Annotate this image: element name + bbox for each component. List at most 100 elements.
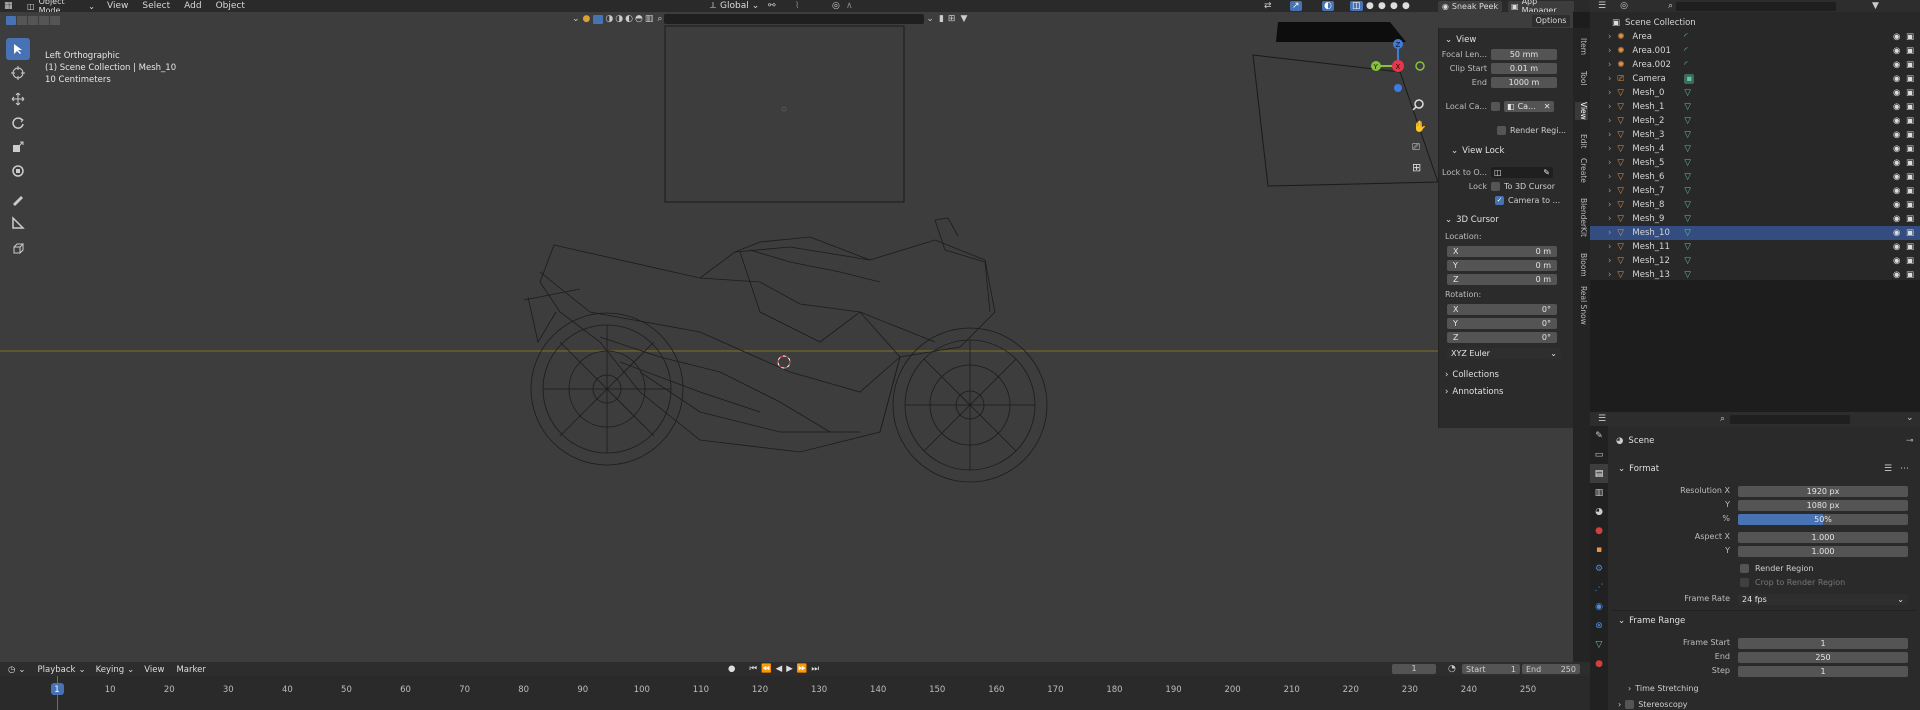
chevron-right-icon[interactable]: › xyxy=(1608,242,1611,252)
tab-tool[interactable]: Tool xyxy=(1575,71,1588,86)
render-camera-icon[interactable]: ▣ xyxy=(1906,46,1914,56)
render-camera-icon[interactable]: ▣ xyxy=(1906,144,1914,154)
start-frame-field[interactable]: Start 1 xyxy=(1462,664,1520,674)
chevron-right-icon[interactable]: › xyxy=(1608,200,1611,210)
chevron-right-icon[interactable]: › xyxy=(1608,74,1611,84)
overlay-icon[interactable]: ◐ xyxy=(1322,1,1334,11)
shading-solid-icon[interactable]: ● xyxy=(1378,1,1386,11)
chevron-right-icon[interactable]: › xyxy=(1608,102,1611,112)
render-camera-icon[interactable]: ▣ xyxy=(1906,270,1914,280)
eye-icon[interactable]: ◉ xyxy=(1893,256,1900,266)
resolution-x-field[interactable]: 1920 px xyxy=(1738,486,1908,497)
collections-header[interactable]: › Collections xyxy=(1439,368,1573,382)
render-camera-icon[interactable]: ▣ xyxy=(1906,228,1914,238)
shading-material-icon[interactable]: ● xyxy=(1390,1,1398,11)
resolution-percent-slider[interactable]: 50% xyxy=(1738,514,1908,525)
eye-icon[interactable]: ◉ xyxy=(1893,186,1900,196)
eye-icon[interactable]: ◉ xyxy=(1893,88,1900,98)
eye-icon[interactable]: ◉ xyxy=(1893,158,1900,168)
tab-bloom[interactable]: Bloom xyxy=(1575,253,1588,277)
render-camera-icon[interactable]: ▣ xyxy=(1906,116,1914,126)
xray-icon[interactable]: ◫ xyxy=(1350,1,1363,11)
crop-checkbox[interactable] xyxy=(1740,578,1749,587)
menu-object[interactable]: Object xyxy=(209,1,252,11)
outliner-item[interactable]: › ▽ Mesh_2 ▽ ◉ ▣ xyxy=(1590,114,1920,128)
outliner-item[interactable]: › ▽ Mesh_11 ▽ ◉ ▣ xyxy=(1590,240,1920,254)
outliner-item[interactable]: › ▽ Mesh_4 ▽ ◉ ▣ xyxy=(1590,142,1920,156)
properties-search-input[interactable] xyxy=(1730,415,1850,424)
outliner-item[interactable]: › ▽ Mesh_3 ▽ ◉ ▣ xyxy=(1590,128,1920,142)
menu-keying[interactable]: Keying xyxy=(96,665,125,675)
chevron-right-icon[interactable]: › xyxy=(1608,88,1611,98)
menu-add[interactable]: Add xyxy=(177,1,208,11)
object-mode-dropdown[interactable]: ◫ Object Mode ⌄ xyxy=(24,0,98,15)
lock-camera-checkbox[interactable]: ✓ xyxy=(1495,195,1504,205)
more-options-icon[interactable]: ⋯ xyxy=(1900,464,1909,474)
chevron-right-icon[interactable]: › xyxy=(1608,116,1611,126)
rotation-y-field[interactable]: Y 0° xyxy=(1447,317,1557,329)
3d-viewport[interactable]: ⌄ ● ◑ ◑ ◐ ◓ ▥ ⌕ ⌄ ▮ ⊞ ▼ Options Left Ort… xyxy=(0,12,1573,662)
eye-icon[interactable]: ◉ xyxy=(1893,214,1900,224)
render-camera-icon[interactable]: ▣ xyxy=(1906,256,1914,266)
render-camera-icon[interactable]: ▣ xyxy=(1906,242,1914,252)
lock-to-object-field[interactable]: ◫ ✎ xyxy=(1491,166,1553,178)
chevron-right-icon[interactable]: › xyxy=(1608,186,1611,196)
snap-icon[interactable]: ⌇ xyxy=(795,1,799,11)
eyedropper-icon[interactable]: ✎ xyxy=(1543,168,1550,177)
transform-orientation-dropdown[interactable]: ⟂ Global ⌄ xyxy=(710,1,759,11)
navigate-icon[interactable]: ↗ xyxy=(1290,1,1302,11)
outliner-item[interactable]: › ▽ Mesh_12 ▽ ◉ ▣ xyxy=(1590,254,1920,268)
aspect-y-field[interactable]: 1.000 xyxy=(1738,546,1908,557)
eye-icon[interactable]: ◉ xyxy=(1893,200,1900,210)
eye-icon[interactable]: ◉ xyxy=(1893,32,1900,42)
render-camera-icon[interactable]: ▣ xyxy=(1906,186,1914,196)
menu-view[interactable]: View xyxy=(100,1,135,11)
stopwatch-icon[interactable]: ◔ xyxy=(1448,664,1456,674)
outliner-item[interactable]: › ▽ Mesh_7 ▽ ◉ ▣ xyxy=(1590,184,1920,198)
current-frame-field[interactable]: 1 xyxy=(1392,664,1436,674)
outliner-item[interactable]: › ✺ Area.001 ◜ ◉ ▣ xyxy=(1590,44,1920,58)
proportional-edit-icon[interactable]: ◎ xyxy=(832,1,840,11)
lock-to-cursor-checkbox[interactable] xyxy=(1491,181,1500,191)
eye-icon[interactable]: ◉ xyxy=(1893,60,1900,70)
chevron-right-icon[interactable]: › xyxy=(1608,144,1611,154)
clip-end-field[interactable]: 1000 m xyxy=(1491,76,1557,88)
clock-icon[interactable]: ◷ xyxy=(8,665,15,675)
display-mode-icon[interactable]: ◎ xyxy=(1620,1,1628,11)
focal-length-field[interactable]: 50 mm xyxy=(1491,48,1557,60)
tab-item[interactable]: Item xyxy=(1575,38,1588,55)
frame-start-field[interactable]: 1 xyxy=(1738,638,1908,649)
render-camera-icon[interactable]: ▣ xyxy=(1906,172,1914,182)
chevron-right-icon[interactable]: › xyxy=(1608,214,1611,224)
close-icon[interactable]: ✕ xyxy=(1544,102,1551,111)
3d-cursor-header[interactable]: ⌄ 3D Cursor xyxy=(1439,213,1573,227)
eye-icon[interactable]: ◉ xyxy=(1893,46,1900,56)
location-z-field[interactable]: Z 0 m xyxy=(1447,273,1557,285)
local-camera-field[interactable]: ◧ Ca... ✕ xyxy=(1504,100,1554,112)
pivot-icon[interactable]: ⚯ xyxy=(768,1,776,11)
prev-keyframe-icon[interactable]: ⏪ xyxy=(761,664,772,674)
outliner-search-input[interactable] xyxy=(1675,1,1836,11)
play-icon[interactable]: ▶ xyxy=(786,664,793,674)
rotation-z-field[interactable]: Z 0° xyxy=(1447,331,1557,343)
output-tab-icon[interactable]: ▤ xyxy=(1590,464,1608,483)
outliner-item[interactable]: › ▽ Mesh_0 ▽ ◉ ▣ xyxy=(1590,86,1920,100)
editor-type-icon[interactable]: ▦ xyxy=(4,1,18,11)
format-panel-header[interactable]: ⌄ Format xyxy=(1618,464,1659,474)
zoom-icon[interactable] xyxy=(1412,99,1424,111)
render-tab-icon[interactable]: ▭ xyxy=(1590,445,1608,464)
eye-icon[interactable]: ◉ xyxy=(1893,270,1900,280)
view-panel-header[interactable]: ⌄ View xyxy=(1439,33,1573,47)
clip-start-field[interactable]: 0.01 m xyxy=(1491,62,1557,74)
outliner-item[interactable]: › ▽ Mesh_10 ▽ ◉ ▣ xyxy=(1590,226,1920,240)
sneak-peek-button[interactable]: ◉ Sneak Peek xyxy=(1438,0,1502,12)
eye-icon[interactable]: ◉ xyxy=(1893,102,1900,112)
outliner-item[interactable]: › ▽ Mesh_8 ▽ ◉ ▣ xyxy=(1590,198,1920,212)
pin-icon[interactable]: ⊸ xyxy=(1906,436,1914,446)
falloff-icon[interactable]: ∧ xyxy=(846,1,853,11)
outliner-item[interactable]: › ✺ Area.002 ◜ ◉ ▣ xyxy=(1590,58,1920,72)
stereoscopy-checkbox[interactable] xyxy=(1625,700,1635,709)
chevron-down-icon[interactable]: ⌄ xyxy=(18,665,25,675)
render-camera-icon[interactable]: ▣ xyxy=(1906,32,1914,42)
outliner-item[interactable]: › ⎚ Camera ▪ ◉ ▣ xyxy=(1590,72,1920,86)
